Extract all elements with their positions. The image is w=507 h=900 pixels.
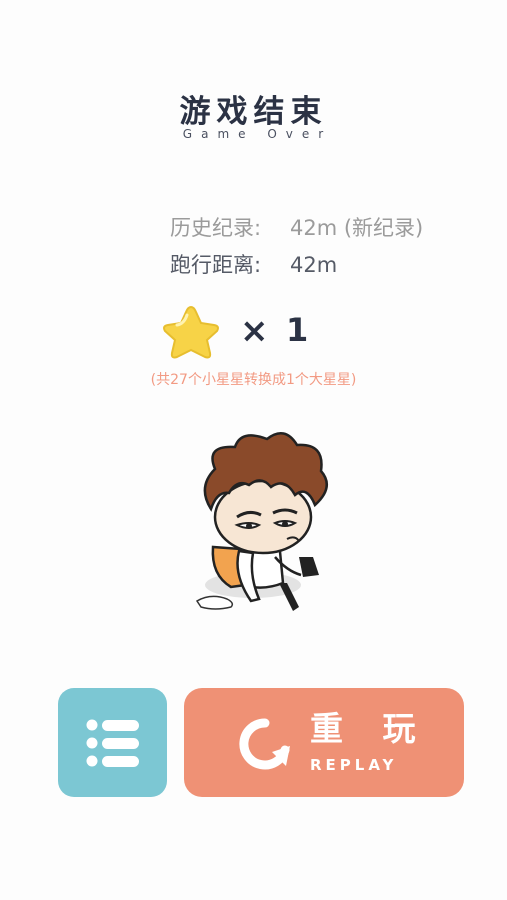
multiply-sign: × bbox=[240, 311, 269, 351]
replay-button[interactable]: 重 玩 REPLAY bbox=[184, 688, 464, 797]
star-icon bbox=[160, 303, 222, 363]
page-subtitle: Game Over bbox=[182, 127, 333, 141]
distance-row: 跑行距离: 42m bbox=[170, 249, 337, 279]
list-icon bbox=[86, 719, 139, 767]
menu-button[interactable] bbox=[58, 688, 167, 797]
best-record-row: 历史纪录: 42m (新纪录) bbox=[170, 212, 423, 242]
page-title: 游戏结束 bbox=[179, 94, 328, 130]
star-conversion-note: (共27个小星星转换成1个大星星) bbox=[150, 372, 357, 388]
distance-label: 跑行距离: bbox=[170, 253, 262, 277]
best-record-value: 42m (新纪录) bbox=[290, 216, 424, 240]
best-record-label: 历史纪录: bbox=[170, 216, 262, 240]
distance-value: 42m bbox=[290, 253, 338, 277]
refresh-icon bbox=[239, 718, 290, 770]
big-star-count: 1 bbox=[286, 311, 309, 349]
replay-label-en: REPLAY bbox=[310, 756, 398, 774]
character-illustration bbox=[175, 425, 345, 625]
replay-label: 重 玩 bbox=[310, 709, 430, 748]
